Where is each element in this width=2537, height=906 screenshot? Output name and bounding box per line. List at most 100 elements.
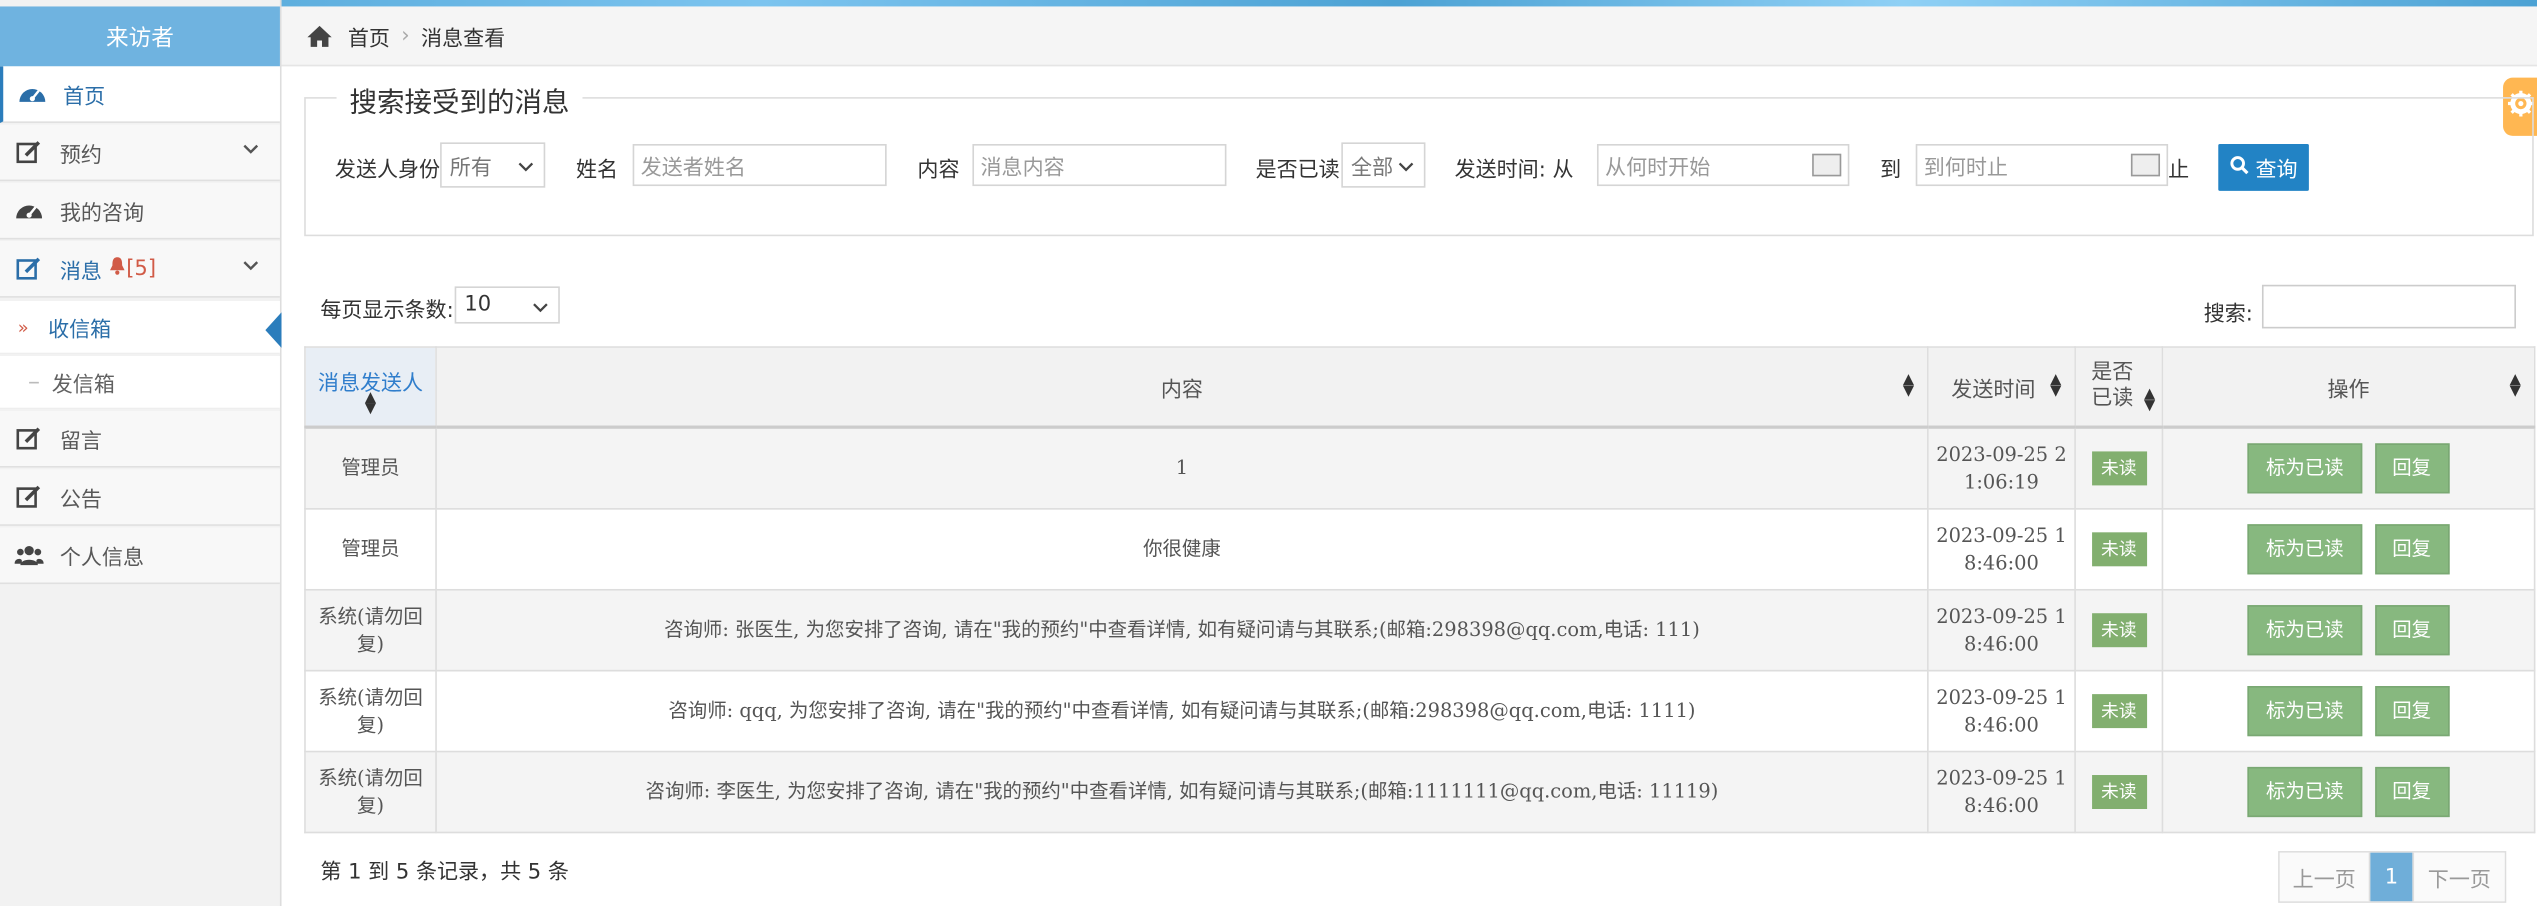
read-status-select[interactable]: 全部	[1341, 142, 1426, 188]
read-status-label: 是否已读	[1255, 158, 1340, 183]
time-to-label: 到	[1880, 158, 1902, 183]
home-icon[interactable]	[306, 23, 334, 47]
breadcrumb-separator-icon: ›	[401, 23, 410, 48]
sidebar-item-profile[interactable]: 个人信息	[0, 527, 280, 585]
cell-content: 咨询师: qqq, 为您安排了咨询, 请在"我的预约"中查看详情, 如有疑问请与…	[435, 669, 1929, 753]
tree-line	[29, 381, 39, 383]
cell-read: 未读	[2074, 588, 2164, 672]
chevron-down-icon	[241, 256, 260, 282]
content-label: 内容	[917, 158, 960, 183]
calendar-icon[interactable]	[1812, 153, 1842, 177]
column-header-content[interactable]: 内容 ▲ ▼	[435, 346, 1929, 429]
sidebar-subitem-inbox[interactable]: » 收信箱	[0, 300, 280, 355]
cell-actions: 标为已读 回复	[2161, 750, 2536, 834]
reply-button[interactable]: 回复	[2374, 766, 2449, 818]
pagination: 上一页 1 下一页	[2278, 851, 2507, 903]
cell-actions: 标为已读 回复	[2161, 588, 2536, 672]
read-status-value: 全部	[1351, 156, 1394, 181]
cell-read: 未读	[2074, 426, 2164, 510]
sort-icon: ▲ ▼	[2050, 372, 2062, 400]
sender-name-input[interactable]: 发送者姓名	[632, 144, 887, 187]
column-header-time[interactable]: 发送时间 ▲ ▼	[1927, 346, 2076, 429]
cell-content: 咨询师: 张医生, 为您安排了咨询, 请在"我的预约"中查看详情, 如有疑问请与…	[435, 588, 1929, 672]
unread-badge: 未读	[2091, 532, 2147, 567]
cell-actions: 标为已读 回复	[2161, 669, 2536, 753]
sender-identity-select[interactable]: 所有	[440, 142, 546, 188]
sender-identity-label: 发送人身份	[334, 158, 441, 183]
column-header-label: 内容	[1160, 377, 1203, 403]
breadcrumb-current: 消息查看	[421, 26, 506, 51]
reply-button[interactable]: 回复	[2374, 605, 2449, 656]
sidebar-subitem-outbox[interactable]: 发信箱	[0, 355, 280, 410]
table-row: 管理员 1 2023-09-25 21:06:19 未读 标为已读 回复	[304, 426, 2536, 510]
sidebar-item-notices[interactable]: 公告	[0, 469, 280, 526]
sidebar-item-label: 个人信息	[59, 546, 145, 571]
mark-read-button[interactable]: 标为已读	[2248, 605, 2362, 656]
cell-actions: 标为已读 回复	[2161, 426, 2536, 510]
table-row: 系统(请勿回复) 咨询师: qqq, 为您安排了咨询, 请在"我的预约"中查看详…	[304, 669, 2536, 753]
mark-read-button[interactable]: 标为已读	[2248, 524, 2362, 575]
dashboard-icon	[15, 196, 44, 225]
per-page-label: 每页显示条数:	[320, 299, 454, 324]
cell-time: 2023-09-25 18:46:00	[1927, 508, 2076, 591]
column-header-read[interactable]: 是否已读 ▲ ▼	[2074, 346, 2164, 429]
sender-identity-value: 所有	[449, 156, 492, 181]
unread-badge: 未读	[2091, 775, 2147, 809]
next-page-button[interactable]: 下一页	[2412, 852, 2505, 902]
sort-icon: ▲ ▼	[1902, 372, 1915, 400]
content-input[interactable]: 消息内容	[972, 144, 1227, 187]
sidebar-item-label: 公告	[59, 487, 102, 513]
cell-sender: 管理员	[304, 426, 437, 510]
table-row: 管理员 你很健康 2023-09-25 18:46:00 未读 标为已读 回复	[304, 508, 2536, 591]
column-header-actions[interactable]: 操作 ▲ ▼	[2161, 346, 2536, 429]
sidebar-subitem-label: 收信箱	[48, 317, 112, 343]
cell-read: 未读	[2074, 750, 2164, 834]
prev-page-button[interactable]: 上一页	[2279, 852, 2371, 902]
chevron-down-icon	[241, 139, 260, 165]
sort-icon: ▲ ▼	[364, 389, 377, 418]
per-page-value: 10	[464, 292, 492, 318]
mark-read-button[interactable]: 标为已读	[2248, 766, 2362, 818]
users-icon	[14, 540, 44, 569]
unread-badge: 未读	[2091, 613, 2147, 648]
query-button[interactable]: 查询	[2218, 144, 2309, 191]
query-button-label: 查询	[2255, 158, 2298, 183]
per-page-select[interactable]: 10	[454, 286, 560, 324]
edit-icon	[15, 254, 44, 283]
table-row: 系统(请勿回复) 咨询师: 李医生, 为您安排了咨询, 请在"我的预约"中查看详…	[304, 750, 2536, 834]
sidebar-item-guestbook[interactable]: 留言	[0, 410, 280, 468]
cell-read: 未读	[2074, 508, 2164, 591]
mark-read-button[interactable]: 标为已读	[2248, 686, 2362, 737]
time-from-input[interactable]: 从何时开始	[1596, 144, 1850, 187]
chevron-down-icon	[532, 298, 548, 322]
sidebar-item-label: 消息	[59, 259, 102, 284]
cell-time: 2023-09-25 18:46:00	[1927, 669, 2076, 753]
chevron-down-icon	[1398, 157, 1414, 181]
sort-icon: ▲ ▼	[2509, 372, 2521, 400]
sidebar-item-messages[interactable]: 消息 [5]	[0, 241, 280, 298]
cell-read: 未读	[2074, 669, 2164, 753]
sidebar-item-appointment[interactable]: 预约	[0, 124, 280, 182]
sidebar-item-label: 我的咨询	[59, 201, 145, 226]
calendar-icon[interactable]	[2130, 153, 2161, 177]
table-search-input[interactable]	[2261, 284, 2516, 329]
page-1-button[interactable]: 1	[2370, 852, 2413, 902]
reply-button[interactable]: 回复	[2374, 686, 2449, 737]
dashboard-icon	[18, 79, 47, 108]
column-header-label: 是否已读	[2091, 360, 2134, 411]
sidebar-item-home[interactable]: 首页	[0, 66, 280, 123]
chevron-down-icon	[518, 157, 534, 181]
breadcrumb-home-link[interactable]: 首页	[348, 20, 390, 51]
cell-content: 1	[435, 426, 1929, 510]
reply-button[interactable]: 回复	[2374, 524, 2449, 575]
cell-content: 你很健康	[435, 508, 1929, 591]
time-to-input[interactable]: 到何时止	[1915, 144, 2169, 187]
column-header-sender[interactable]: 消息发送人 ▲ ▼	[304, 346, 437, 429]
mark-read-button[interactable]: 标为已读	[2248, 443, 2362, 494]
reply-button[interactable]: 回复	[2374, 443, 2449, 494]
bell-icon	[108, 256, 126, 282]
unread-badge: 未读	[2091, 694, 2147, 729]
cell-sender: 系统(请勿回复)	[304, 750, 437, 834]
sidebar-item-label: 留言	[59, 429, 102, 454]
sidebar-item-consultations[interactable]: 我的咨询	[0, 182, 280, 240]
